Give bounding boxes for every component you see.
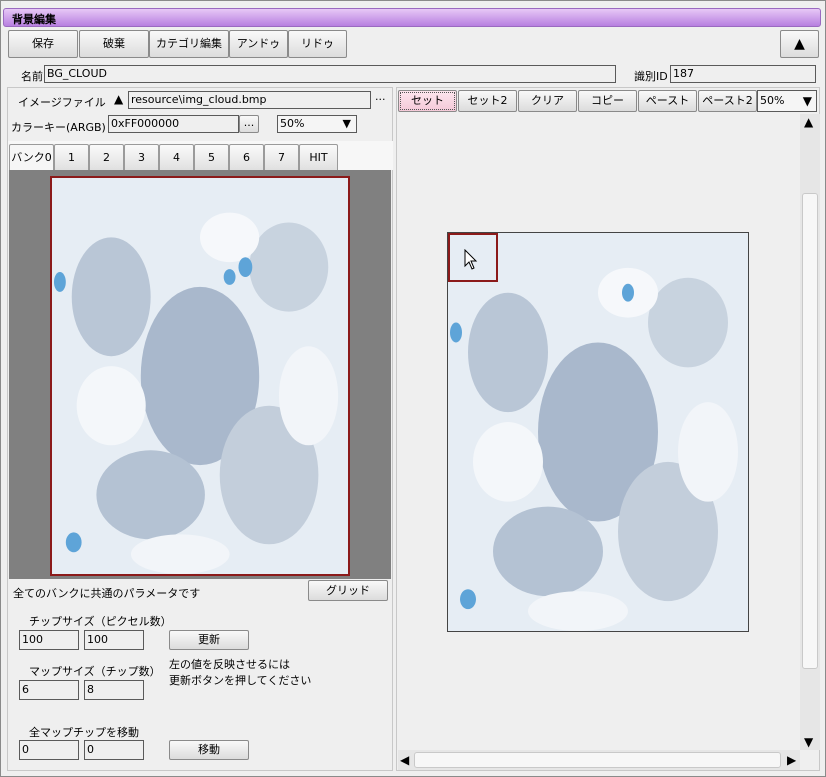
tab-bank5[interactable]: 5 [194,144,229,170]
map-width-field[interactable]: 6 [19,680,79,700]
scroll-right-icon[interactable]: ▶ [787,753,796,767]
discard-button[interactable]: 破棄 [79,30,149,58]
paste2-button[interactable]: ペースト2 [698,90,757,112]
tab-bank2[interactable]: 2 [89,144,124,170]
map-size-label: マップサイズ（チップ数） [29,665,161,678]
scroll-down-icon[interactable]: ▼ [804,735,813,749]
browse-image-icon[interactable]: ... [375,90,386,103]
save-button[interactable]: 保存 [8,30,78,58]
move-button[interactable]: 移動 [169,740,249,760]
id-field[interactable]: 187 [670,65,816,83]
colorkey-field[interactable]: 0xFF000000 [108,115,239,133]
scroll-left-icon[interactable]: ◀ [400,753,409,767]
tab-bank1[interactable]: 1 [54,144,89,170]
chevron-down-icon: ▼ [802,94,812,108]
title-bar: 背景編集 [3,8,821,27]
set-button[interactable]: セット [398,90,457,112]
chip-height-field[interactable]: 100 [84,630,144,650]
scroll-up-icon[interactable]: ▲ [804,115,813,129]
collapse-toolbar-button[interactable]: ▲ [780,30,819,58]
horizontal-scroll-thumb[interactable] [414,752,781,768]
cloud-texture [52,178,348,574]
chip-size-label: チップサイズ（ピクセル数） [29,615,172,628]
zoom-left-value: 50% [280,117,305,130]
copy-button[interactable]: コピー [578,90,637,112]
redo-button[interactable]: リドゥ [288,30,347,58]
move-x-field[interactable]: 0 [19,740,79,760]
colorkey-label: カラーキー(ARGB) [11,121,106,134]
move-all-label: 全マップチップを移動 [29,726,139,739]
set2-button[interactable]: セット2 [458,90,517,112]
name-label: 名前 [21,70,43,83]
zoom-select-left[interactable]: 50% ▼ [277,115,357,133]
mouse-pointer-icon [464,249,478,270]
window-title: 背景編集 [12,13,56,26]
tab-bank4[interactable]: 4 [159,144,194,170]
undo-button[interactable]: アンドゥ [229,30,288,58]
grid-button[interactable]: グリッド [308,580,388,601]
update-note-line2: 更新ボタンを押してください [169,674,312,687]
category-edit-button[interactable]: カテゴリ編集 [149,30,229,58]
name-field[interactable]: BG_CLOUD [44,65,616,83]
image-file-label: イメージファイル [18,96,106,109]
tab-bank7[interactable]: 7 [264,144,299,170]
paste-button[interactable]: ペースト [638,90,697,112]
tab-bank0[interactable]: バンク0 [9,144,54,170]
cloud-tileset-image[interactable] [50,176,350,576]
image-file-field[interactable]: resource\img_cloud.bmp [128,91,371,109]
vertical-scroll-thumb[interactable] [802,193,818,669]
zoom-right-value: 50% [760,94,785,107]
update-note-line1: 左の値を反映させるには [169,658,290,671]
colorkey-browse-button[interactable]: ... [239,115,259,133]
common-params-label: 全てのバンクに共通のパラメータです [13,587,201,600]
background-editor-window: 背景編集 保存 破棄 カテゴリ編集 アンドゥ リドゥ ▲ 名前 BG_CLOUD… [0,0,826,777]
tab-bank6[interactable]: 6 [229,144,264,170]
clear-button[interactable]: クリア [518,90,577,112]
move-y-field[interactable]: 0 [84,740,144,760]
id-label: 識別ID [634,70,668,83]
chip-width-field[interactable]: 100 [19,630,79,650]
tab-bank3[interactable]: 3 [124,144,159,170]
chevron-down-icon: ▼ [342,117,351,130]
tab-hit[interactable]: HIT [299,144,338,170]
map-preview-image[interactable] [447,232,749,632]
cloud-texture [448,233,748,631]
update-button[interactable]: 更新 [169,630,249,650]
map-height-field[interactable]: 8 [84,680,144,700]
zoom-select-right[interactable]: 50% ▼ [757,90,817,112]
sort-up-icon[interactable]: ▲ [114,92,123,106]
